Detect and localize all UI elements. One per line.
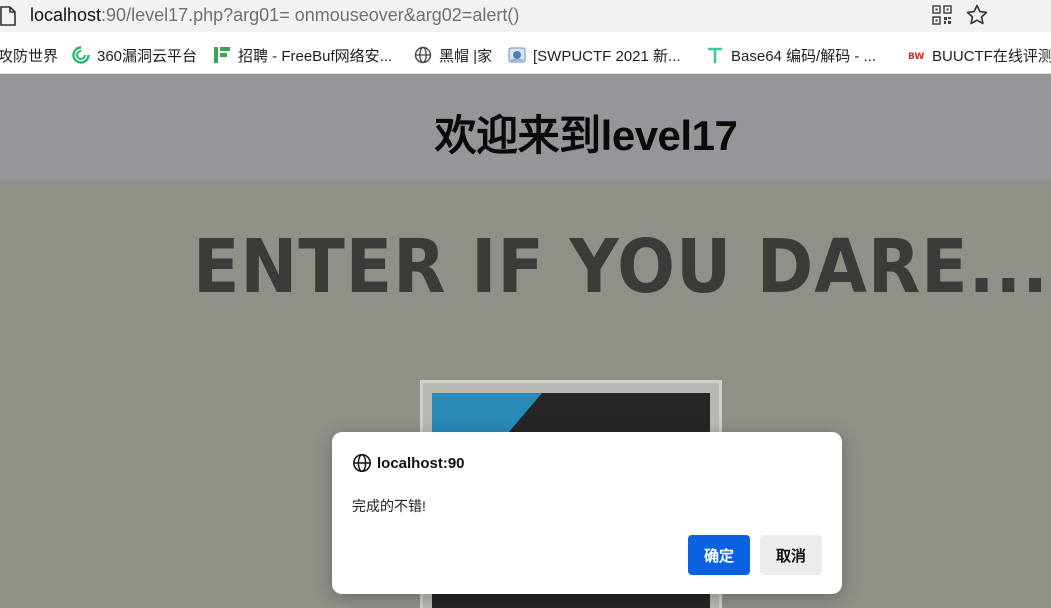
dialog-message: 完成的不错! <box>352 498 426 514</box>
360-logo-icon <box>72 46 90 64</box>
bookmark-gongfang[interactable]: 攻防世界 <box>0 45 58 65</box>
page-icon <box>0 6 16 26</box>
dialog-header: localhost:90 <box>352 452 465 474</box>
bookmark-label: 招聘 - FreeBuf网络安... <box>238 47 393 65</box>
bookmark-label: [SWPUCTF 2021 新... <box>533 47 681 65</box>
freebuf-logo-icon <box>214 47 230 63</box>
ok-button[interactable]: 确定 <box>688 535 750 575</box>
bookmark-label: 攻防世界 <box>0 47 59 65</box>
bookmark-label: 黑帽 |家 <box>439 47 493 65</box>
bookmark-heimao[interactable]: 黑帽 |家 <box>414 45 492 65</box>
nssctf-logo-icon <box>508 47 526 63</box>
svg-text:BW: BW <box>908 52 924 62</box>
bookmark-label: Base64 编码/解码 - ... <box>731 47 877 65</box>
bookmark-buuctf[interactable]: BW BUUCTF在线评测 <box>907 45 1051 65</box>
dialog-origin: localhost:90 <box>377 454 465 472</box>
bookmark-label: 360漏洞云平台 <box>97 47 198 65</box>
buu-logo-icon: BW <box>908 52 924 62</box>
bookmark-label: BUUCTF在线评测 <box>932 47 1051 65</box>
bookmark-360[interactable]: 360漏洞云平台 <box>72 45 197 65</box>
bookmarks-bar: 攻防世界 360漏洞云平台 招聘 - FreeBuf网络安... 黑帽 |家 [… <box>0 32 1051 74</box>
bookmark-star-icon[interactable] <box>965 3 989 27</box>
url-path: :90/level17.php?arg01= onmouseover&arg02… <box>101 5 520 25</box>
page-header: 欢迎来到level17 <box>0 74 1051 180</box>
url-host: localhost <box>30 5 102 25</box>
bookmark-base64[interactable]: Base64 编码/解码 - ... <box>706 45 876 65</box>
qr-code-icon[interactable] <box>932 5 952 25</box>
banner-text: ENTER IF YOU DARE... <box>193 224 1049 310</box>
globe-icon <box>414 46 432 64</box>
alert-dialog: localhost:90 完成的不错! 确定 取消 <box>332 432 842 594</box>
cancel-button[interactable]: 取消 <box>760 535 822 575</box>
address-bar[interactable]: localhost:90/level17.php?arg01= onmouseo… <box>0 0 1051 32</box>
bookmark-swpuctf[interactable]: [SWPUCTF 2021 新... <box>508 45 681 65</box>
t-logo-icon <box>708 47 722 63</box>
bookmark-freebuf[interactable]: 招聘 - FreeBuf网络安... <box>213 45 392 65</box>
globe-icon <box>353 454 371 472</box>
page-title: 欢迎来到level17 <box>434 112 738 159</box>
url-text[interactable]: localhost:90/level17.php?arg01= onmouseo… <box>30 4 519 26</box>
